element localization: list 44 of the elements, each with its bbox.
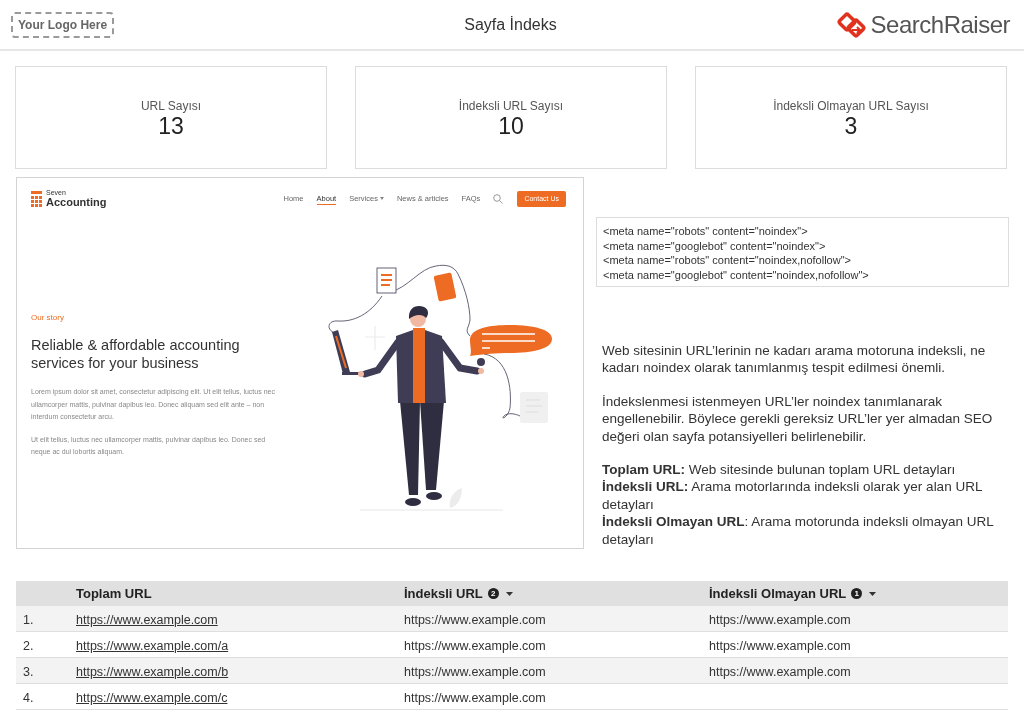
row-number: 4.	[23, 690, 34, 705]
row-number: 2.	[23, 638, 34, 653]
code-line: <meta name="googlebot" content="noindex">	[603, 238, 826, 253]
kpi-label: İndeksli Olmayan URL Sayısı	[773, 98, 929, 113]
url-link[interactable]: https://www.example.com/c	[76, 690, 228, 705]
code-line: <meta name="robots" content="noindex">	[603, 224, 808, 239]
brand-name: SearchRaiser	[870, 9, 1010, 40]
table-cell: https://www.example.com	[709, 664, 851, 679]
logo-placeholder-text: Your Logo Here	[18, 16, 108, 33]
table-cell: https://www.example.com	[404, 638, 546, 653]
caret-icon[interactable]	[869, 591, 877, 596]
sort-order-badge: 2	[487, 588, 499, 599]
hero-heading: Reliable & affordable accounting services for your business	[31, 336, 241, 372]
column-header[interactable]: Toplam URL	[76, 583, 152, 604]
definition-text: Toplam URL: Web sitesinde bulunan toplam URL detayları	[602, 461, 957, 479]
grid-logo-icon	[31, 190, 42, 207]
table-cell: https://www.example.com	[709, 612, 851, 627]
url-link[interactable]: https://www.example.com/a	[76, 638, 229, 653]
code-line: <meta name="googlebot" content="noindex,nofollow">	[603, 267, 869, 282]
table-cell: https://www.example.com	[404, 664, 546, 679]
kpi-label: İndeksli URL Sayısı	[458, 98, 564, 113]
description-paragraph: İndekslenmesi istenmeyen URL’ler noindex tanımlanarak engellenebilir. Böylece gerekli gereksiz URL’ler yer almadan SEO değeri olan sayfa potansiyelleri belirlenebilir.	[602, 392, 994, 446]
table-cell: https://www.example.com	[404, 612, 546, 627]
url-link[interactable]: https://www.example.com/b	[76, 664, 229, 679]
description-paragraph: Web sitesinin URL’lerinin ne kadarı arama motoruna indeksli, ne kadarı noindex olarak tanımlanmış tespit edilmesi önemli.	[602, 342, 987, 377]
caret-icon[interactable]	[505, 591, 513, 596]
row-number: 3.	[23, 664, 34, 679]
table-cell: https://www.example.com	[404, 690, 546, 705]
section-eyebrow: Our story	[31, 313, 64, 322]
kpi-value: 13	[158, 112, 184, 139]
row-number: 1.	[23, 612, 34, 627]
definition-text: İndeksli Olmayan URL: Arama motorunda indeksli olmayan URL detayları	[602, 513, 995, 549]
url-link[interactable]: https://www.example.com	[76, 612, 218, 627]
kpi-value: 10	[498, 112, 524, 139]
page-title: Sayfa İndeks	[464, 14, 557, 35]
code-line: <meta name="robots" content="noindex,nofollow">	[603, 253, 851, 268]
definition-text: İndeksli URL: Arama motorlarında indeksli olarak yer alan URL detayları	[602, 478, 983, 514]
column-header[interactable]: İndeksli URL	[404, 583, 483, 604]
kpi-value: 3	[844, 112, 858, 139]
site-logo-text: Accounting	[46, 197, 107, 208]
table-cell: https://www.example.com	[709, 638, 851, 653]
column-header[interactable]: İndeksli Olmayan URL	[709, 583, 847, 604]
kpi-label: URL Sayısı	[140, 98, 202, 113]
sort-order-badge: 1	[851, 588, 863, 599]
